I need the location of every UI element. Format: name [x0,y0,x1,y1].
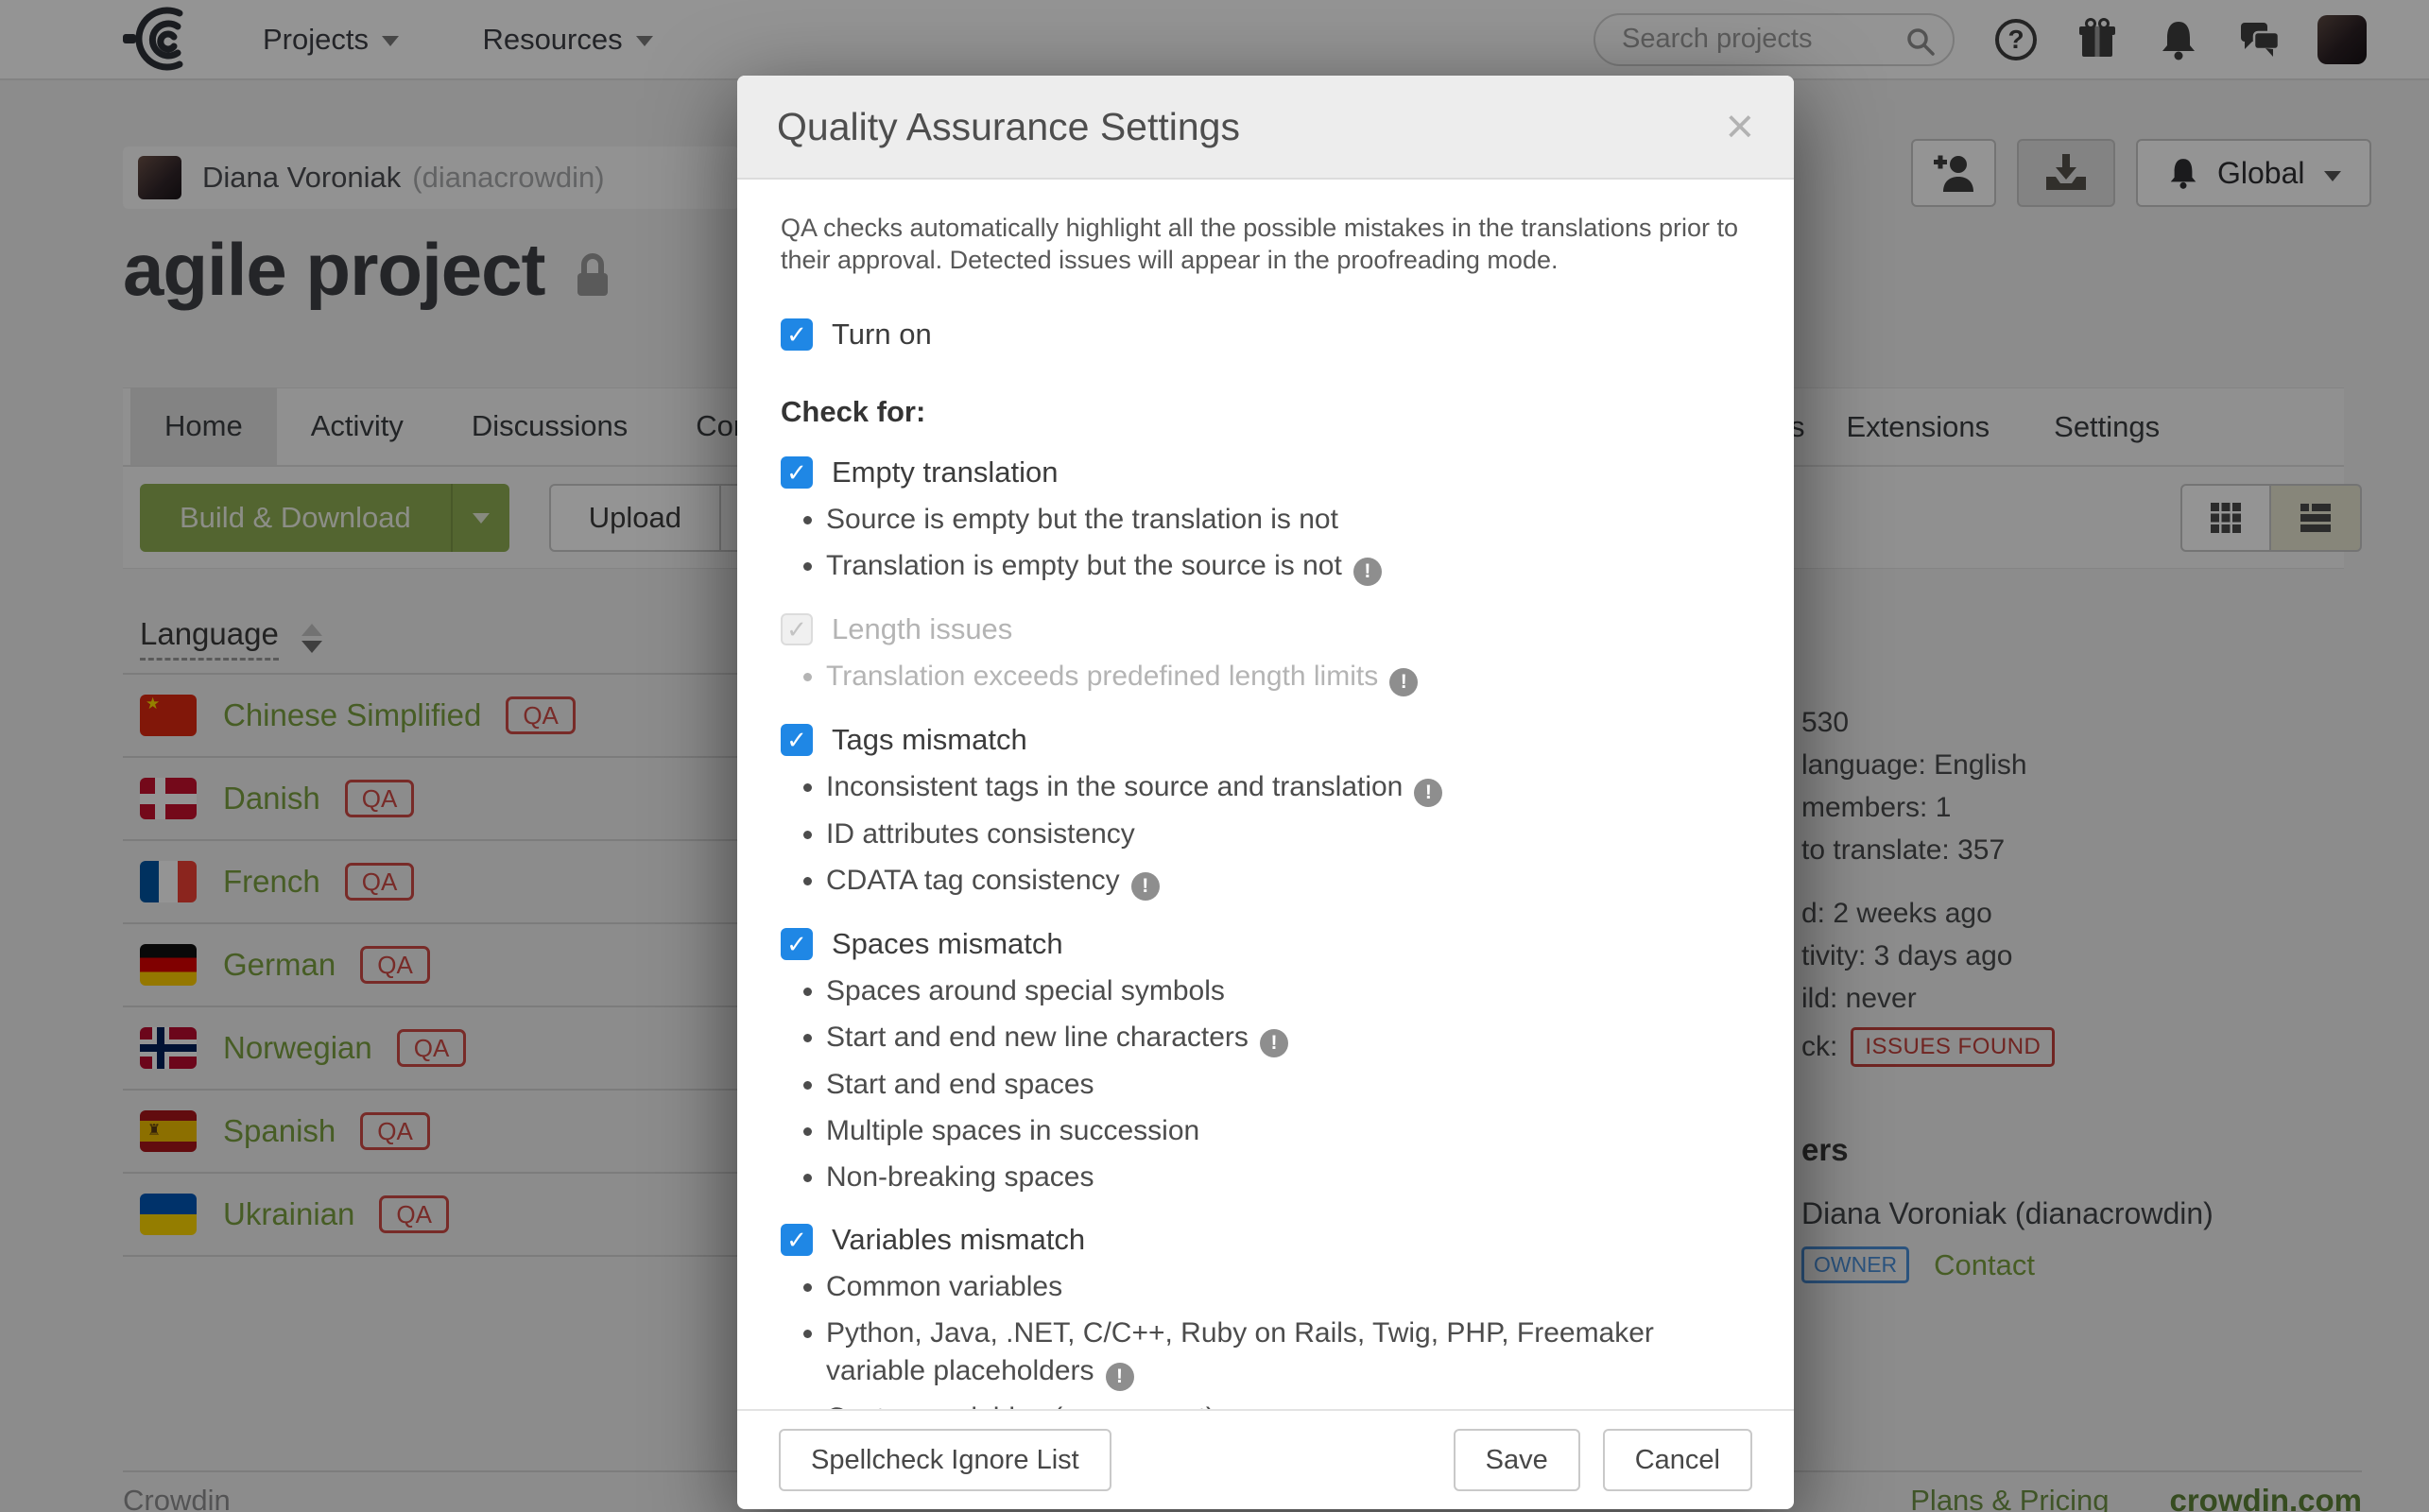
check-icon: ✓ [786,932,807,956]
info-icon[interactable]: ! [1389,668,1418,696]
qa-check-item: Spaces around special symbols [826,972,1714,1010]
qa-check-item: Custom variables (per request)! [826,1400,1714,1409]
qa-section-label: Empty translation [832,455,1059,490]
modal-title: Quality Assurance Settings [777,105,1240,149]
qa-section: ✓ Tags mismatch Inconsistent tags in the s… [781,723,1750,901]
qa-check-text: Translation exceeds predefined length li… [826,661,1378,692]
checkbox-checked[interactable]: ✓ [781,724,813,756]
qa-check-item: Translation is empty but the source is n… [826,547,1714,586]
qa-settings-modal: Quality Assurance Settings × QA checks a… [737,76,1794,1509]
turn-on-label: Turn on [832,318,932,352]
check-icon: ✓ [786,322,807,347]
modal-footer: Spellcheck Ignore List Save Cancel [737,1409,1794,1509]
info-icon[interactable]: ! [1414,779,1442,807]
crowdin-project-page: Projects Resources Search projects ? Dia… [0,0,2429,1512]
qa-check-items: Translation exceeds predefined length li… [794,658,1750,696]
qa-check-item: Non-breaking spaces [826,1159,1714,1196]
qa-check-item: Start and end new line characters! [826,1019,1714,1057]
qa-check-text: CDATA tag consistency [826,865,1120,896]
qa-section-checkbox-row[interactable]: ✓ Tags mismatch [781,723,1750,757]
qa-check-text: Multiple spaces in succession [826,1115,1199,1146]
save-button[interactable]: Save [1454,1429,1580,1491]
qa-section-checkbox-row[interactable]: ✓ Spaces mismatch [781,927,1750,961]
qa-check-items: Source is empty but the translation is n… [794,501,1750,586]
qa-check-text: Start and end spaces [826,1069,1094,1100]
cancel-button[interactable]: Cancel [1603,1429,1752,1491]
close-icon[interactable]: × [1726,102,1754,151]
qa-check-item: Common variables [826,1268,1714,1306]
qa-check-item: Multiple spaces in succession [826,1112,1714,1150]
checkbox-checked[interactable]: ✓ [781,1224,813,1256]
qa-check-items: Inconsistent tags in the source and tran… [794,768,1750,901]
modal-body: QA checks automatically highlight all th… [737,180,1794,1409]
qa-check-items: Common variables Python, Java, .NET, C/C+… [794,1268,1750,1409]
qa-check-text: ID attributes consistency [826,818,1135,850]
qa-section-label: Length issues [832,612,1012,646]
check-for-heading: Check for: [781,395,1750,429]
qa-check-item: Translation exceeds predefined length li… [826,658,1714,696]
qa-check-items: Spaces around special symbols Start and e… [794,972,1750,1196]
qa-check-text: Start and end new line characters [826,1022,1249,1053]
qa-check-text: Source is empty but the translation is n… [826,504,1338,535]
qa-check-text: Common variables [826,1271,1062,1302]
check-icon: ✓ [786,1228,807,1252]
qa-section-label: Variables mismatch [832,1223,1085,1257]
spellcheck-ignore-list-button[interactable]: Spellcheck Ignore List [779,1429,1111,1491]
qa-sections: ✓ Empty translation Source is empty but th… [781,455,1750,1409]
qa-section-checkbox-row[interactable]: ✓ Variables mismatch [781,1223,1750,1257]
qa-check-item: CDATA tag consistency! [826,862,1714,901]
qa-section: ✓ Variables mismatch Common variables Pytho… [781,1223,1750,1409]
qa-check-item: Inconsistent tags in the source and tran… [826,768,1714,807]
modal-header: Quality Assurance Settings × [737,76,1794,180]
turn-on-checkbox-row[interactable]: ✓ Turn on [781,318,1750,352]
qa-check-item: Source is empty but the translation is n… [826,501,1714,539]
qa-check-item: Python, Java, .NET, C/C++, Ruby on Rails… [826,1314,1714,1391]
qa-check-text: Non-breaking spaces [826,1161,1094,1193]
info-icon[interactable]: ! [1106,1363,1134,1391]
check-icon: ✓ [786,728,807,752]
qa-check-text: Translation is empty but the source is n… [826,550,1342,581]
qa-check-item: Start and end spaces [826,1066,1714,1104]
qa-section: ✓ Spaces mismatch Spaces around special sy… [781,927,1750,1196]
qa-section: ✓ Empty translation Source is empty but th… [781,455,1750,586]
checkbox-checked[interactable]: ✓ [781,318,813,351]
checkbox-checked[interactable]: ✓ [781,456,813,489]
qa-section-label: Spaces mismatch [832,927,1063,961]
checkbox-checked-disabled: ✓ [781,613,813,645]
checkbox-checked[interactable]: ✓ [781,928,813,960]
qa-check-text: Custom variables (per request) [826,1402,1215,1409]
check-icon: ✓ [786,460,807,485]
info-icon[interactable]: ! [1353,558,1382,586]
qa-section: ✓ Length issues Translation exceeds predef… [781,612,1750,696]
check-icon: ✓ [786,617,807,642]
info-icon[interactable]: ! [1131,872,1160,901]
qa-check-text: Python, Java, .NET, C/C++, Ruby on Rails… [826,1317,1654,1386]
qa-check-item: ID attributes consistency [826,816,1714,853]
qa-section-label: Tags mismatch [832,723,1027,757]
qa-description: QA checks automatically highlight all th… [781,212,1750,276]
qa-check-text: Spaces around special symbols [826,975,1225,1006]
qa-check-text: Inconsistent tags in the source and tran… [826,771,1403,802]
info-icon[interactable]: ! [1260,1029,1288,1057]
qa-section-checkbox-row[interactable]: ✓ Empty translation [781,455,1750,490]
qa-section-checkbox-row: ✓ Length issues [781,612,1750,646]
